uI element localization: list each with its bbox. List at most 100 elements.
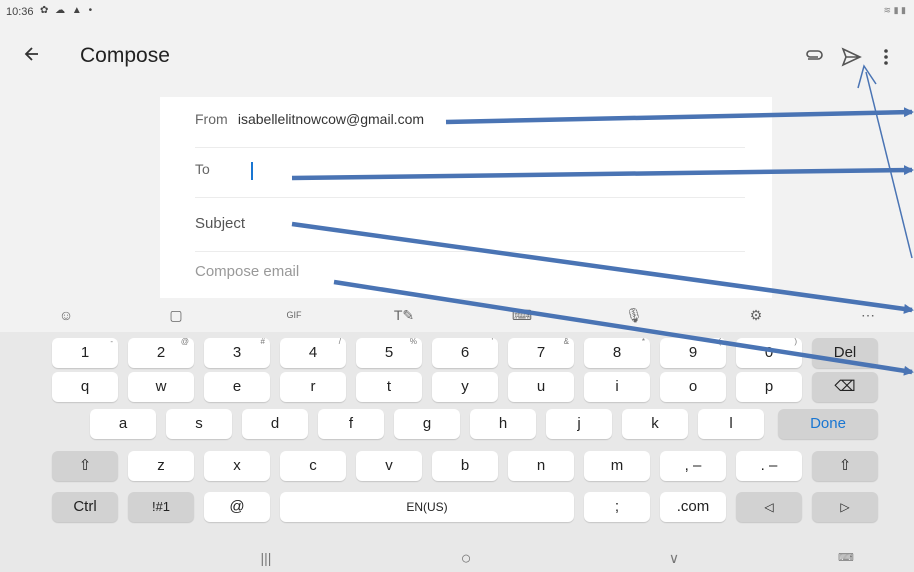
to-label: To [195,161,210,177]
more-toolbar-icon[interactable]: ⋯ [848,298,888,332]
key-2[interactable]: 2 @ [128,337,194,368]
body-field[interactable]: Compose email [195,263,745,293]
key-m[interactable]: m [584,451,650,481]
key-at[interactable]: @ [204,492,270,522]
key-dotcom[interactable]: .com [660,492,726,522]
key-sup: @ [180,337,189,346]
key-f[interactable]: f [318,409,384,439]
key-i[interactable]: i [584,372,650,402]
key-sup: * [641,337,645,346]
delete-key[interactable]: Del [812,338,878,368]
key-sup: / [338,337,341,346]
shift-right-key[interactable]: ⇧ [812,451,878,481]
key-label: 9 [688,344,698,361]
page-title: Compose [80,44,170,67]
key-sup: - [110,337,113,346]
subject-field[interactable]: Subject [195,215,745,252]
key-sup: # [260,337,265,346]
key-v[interactable]: v [356,451,422,481]
key-x[interactable]: x [204,451,270,481]
status-icons-right: ≋ ▮ ▮ [883,5,906,15]
key-sup: % [409,337,417,346]
ctrl-key[interactable]: Ctrl [52,492,118,522]
key-k[interactable]: k [622,409,688,439]
key-p[interactable]: p [736,372,802,402]
key-3[interactable]: 3 # [204,337,270,368]
key-label: 3 [232,344,242,361]
key-s[interactable]: s [166,409,232,439]
key-sup: ' [491,337,493,346]
key-r[interactable]: r [280,372,346,402]
app-bar: Compose [0,26,914,90]
cursor-right-key[interactable]: ▷ [812,492,878,522]
key-y[interactable]: y [432,372,498,402]
text-cursor [251,162,253,180]
key-d[interactable]: d [242,409,308,439]
from-value[interactable]: isabellelitnowcow@gmail.com [238,111,424,127]
key-sup: ) [794,337,797,346]
shift-left-key[interactable]: ⇧ [52,451,118,481]
key-c[interactable]: c [280,451,346,481]
key-8[interactable]: 8 * [584,337,650,368]
key-period[interactable]: . – [736,451,802,481]
key-label: 2 [156,344,166,361]
to-field[interactable]: To [195,161,745,198]
body-placeholder: Compose email [195,263,300,280]
settings-icon[interactable]: ⚙ [736,298,776,332]
key-w[interactable]: w [128,372,194,402]
key-7[interactable]: 7 & [508,337,574,368]
recents-icon[interactable]: ||| [246,544,286,572]
subject-placeholder: Subject [195,215,246,232]
more-options-icon[interactable] [874,42,898,72]
key-a[interactable]: a [90,409,156,439]
from-row[interactable]: From isabellelitnowcow@gmail.com [195,111,745,148]
key-o[interactable]: o [660,372,726,402]
key-label: 4 [308,344,318,361]
key-e[interactable]: e [204,372,270,402]
key-4[interactable]: 4/ [280,337,346,368]
key-9[interactable]: 9( [660,337,726,368]
keyboard-layout-icon[interactable]: ⌨ [502,298,542,332]
home-icon[interactable]: ○ [446,544,486,572]
back-arrow-icon[interactable] [22,40,56,74]
space-key[interactable]: EN(US) [280,492,574,522]
done-key[interactable]: Done [778,409,878,439]
gif-icon[interactable]: GIF [274,298,314,332]
attachment-icon[interactable] [800,42,830,72]
cursor-left-key[interactable]: ◁ [736,492,802,522]
key-h[interactable]: h [470,409,536,439]
key-l[interactable]: l [698,409,764,439]
key-0[interactable]: 0) [736,337,802,368]
key-label: 7 [536,344,546,361]
key-label: 0 [764,344,774,361]
sticker-icon[interactable]: ▢ [156,298,196,332]
keyboard-switch-icon[interactable]: ⌨ [826,544,866,572]
emoji-icon[interactable]: ☺ [46,298,86,332]
navigation-bar: ||| ○ ∨ ⌨ [0,544,914,572]
keyboard-toolbar: ☺ ▢ GIF T✎ ⌨ 🎙 ⚙ ⋯ [0,298,914,332]
key-6[interactable]: 6 ' [432,337,498,368]
key-u[interactable]: u [508,372,574,402]
key-z[interactable]: z [128,451,194,481]
key-1[interactable]: 1- [52,337,118,368]
compose-card: From isabellelitnowcow@gmail.com To Subj… [160,97,772,298]
key-g[interactable]: g [394,409,460,439]
key-q[interactable]: q [52,372,118,402]
key-semicolon[interactable]: ; [584,492,650,522]
key-t[interactable]: t [356,372,422,402]
key-5[interactable]: 5% [356,337,422,368]
key-n[interactable]: n [508,451,574,481]
symbols-key[interactable]: !#1 [128,492,194,522]
key-comma[interactable]: , – [660,451,726,481]
key-sup: ( [718,337,721,346]
hide-keyboard-icon[interactable]: ∨ [654,544,694,572]
send-icon[interactable] [836,42,866,72]
key-label: 5 [384,344,394,361]
status-icons-left: ✿ ☁ ▲ • [40,5,95,16]
key-j[interactable]: j [546,409,612,439]
handwriting-icon[interactable]: T✎ [384,298,424,332]
backspace-key[interactable]: ⌫ [812,372,878,402]
from-label: From [195,111,228,127]
microphone-icon[interactable]: 🎙 [614,298,654,332]
key-b[interactable]: b [432,451,498,481]
